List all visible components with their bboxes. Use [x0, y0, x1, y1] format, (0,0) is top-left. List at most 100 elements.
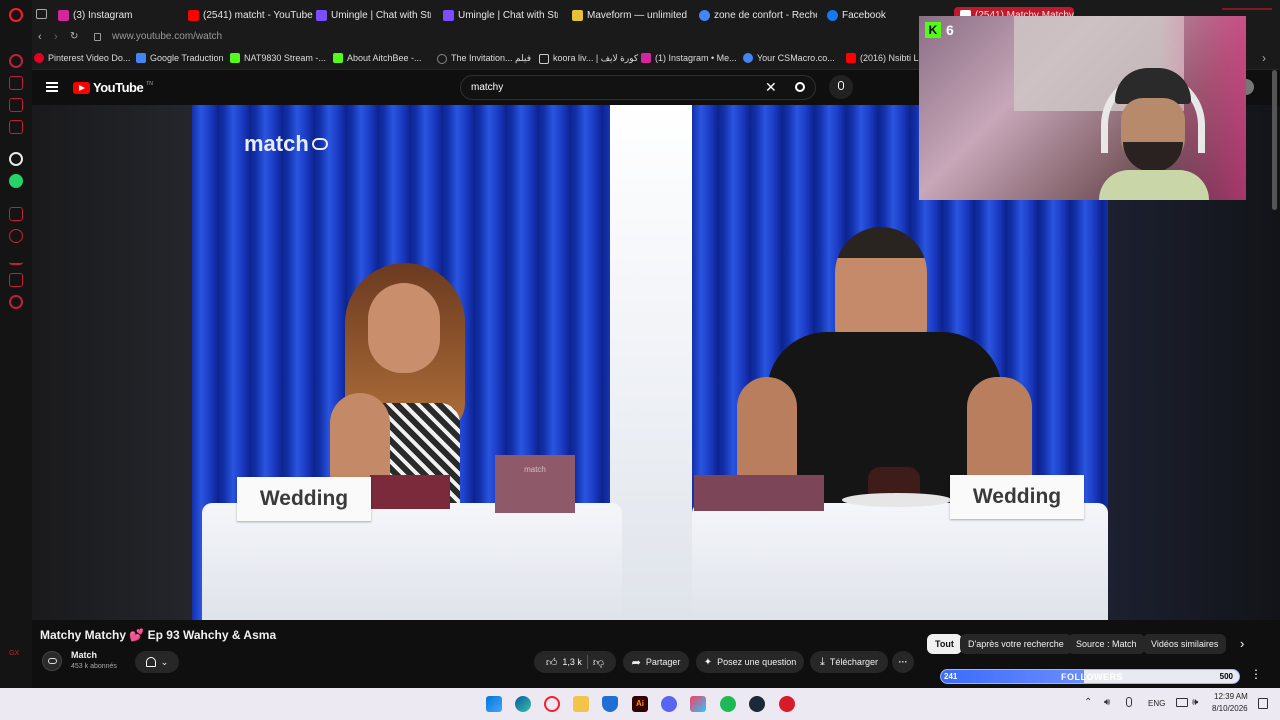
bookmark-nsibti[interactable]: (2016) Nsibti La — [846, 53, 924, 63]
reload-icon[interactable]: ↻ — [70, 31, 78, 42]
instagram-icon — [58, 9, 69, 21]
settings-icon[interactable] — [9, 295, 23, 309]
tab-google-search[interactable]: zone de confort - Recherc — [699, 6, 817, 24]
chips-next-icon[interactable]: › — [1240, 636, 1244, 651]
ask-question-button[interactable]: ✦ Posez une question — [696, 651, 804, 673]
kick-icon — [230, 53, 240, 63]
subscriber-count: 453 k abonnés — [71, 663, 117, 670]
center-divider — [610, 105, 692, 620]
tab-umingle-2[interactable]: Umingle | Chat with Strang — [443, 6, 558, 24]
defender-icon[interactable] — [602, 696, 618, 712]
subscribe-bell-button[interactable]: ⌄ — [135, 651, 179, 673]
whatsapp-icon[interactable] — [9, 174, 23, 188]
bookmark-csmacro[interactable]: Your CSMacro.co... — [743, 53, 835, 63]
bookmark-pinterest[interactable]: Pinterest Video Do... — [34, 53, 130, 63]
bookmark-google-translate[interactable]: Google Traduction — [136, 53, 224, 63]
share-button[interactable]: ➦ Partager — [623, 651, 689, 673]
file-explorer-icon[interactable] — [573, 696, 589, 712]
language-indicator[interactable]: ENG — [1148, 699, 1165, 708]
forward-arrow-icon[interactable]: › — [54, 31, 58, 43]
volume-icon[interactable]: 🔊︎ — [1104, 697, 1110, 708]
chatgpt-icon[interactable] — [9, 152, 23, 166]
search-input[interactable]: matchy — [471, 82, 503, 93]
discord-icon[interactable] — [661, 696, 677, 712]
scrollbar[interactable] — [1272, 70, 1277, 210]
bag-icon[interactable] — [9, 76, 23, 90]
dislike-button[interactable]: 👎︎ — [593, 656, 604, 669]
tab-youtube-matcht[interactable]: (2541) matcht - YouTube — [188, 6, 313, 24]
clock-time[interactable]: 12:39 AM — [1214, 692, 1248, 701]
clock-date[interactable]: 8/10/2026 — [1212, 704, 1248, 713]
edge-icon[interactable] — [515, 696, 531, 712]
history-icon[interactable] — [9, 229, 23, 243]
bell-icon — [145, 657, 156, 667]
steam-icon[interactable] — [749, 696, 765, 712]
streamer-shirt — [1099, 170, 1209, 200]
tray-chevron-icon[interactable]: ⌃ — [1084, 697, 1092, 708]
workspace-icon[interactable] — [36, 9, 47, 19]
recorder-icon[interactable] — [779, 696, 795, 712]
bookmark-invitation[interactable]: The Invitation... فيلم — [437, 53, 531, 64]
chip-from-search[interactable]: D'après votre recherche — [960, 634, 1072, 654]
bookmark-instagram[interactable]: (1) Instagram • Me... — [641, 53, 737, 63]
menu-icon[interactable] — [46, 82, 58, 92]
youtube-logo[interactable]: YouTube TN — [73, 80, 153, 95]
spotify-icon[interactable] — [720, 696, 736, 712]
back-icon[interactable] — [9, 54, 23, 68]
followers-goal-bar: 241 FOLLOWERS 500 — [940, 669, 1240, 684]
extensions-icon[interactable] — [9, 273, 23, 287]
pinboard-icon[interactable] — [9, 207, 23, 221]
handshake-icon — [48, 658, 57, 664]
kick-badge: K 6 — [925, 22, 954, 38]
youtube-icon — [188, 9, 199, 21]
media-icon[interactable] — [9, 120, 23, 134]
channel-avatar[interactable] — [42, 651, 62, 671]
gx-icon[interactable]: GX — [9, 650, 23, 664]
pinterest-icon — [34, 53, 44, 63]
google-translate-icon — [136, 53, 146, 63]
download-button[interactable]: ⤓ Télécharger — [810, 651, 888, 673]
streamer-webcam: K 6 — [919, 16, 1246, 200]
tab-maveform[interactable]: Maveform — unlimited AI — [572, 6, 687, 24]
mic-icon[interactable] — [829, 75, 853, 99]
bookmarks-overflow-icon[interactable]: › — [1262, 51, 1266, 65]
opera-gx-icon[interactable] — [544, 696, 560, 712]
bookmark-aitchbee[interactable]: About AitchBee -... — [333, 53, 422, 63]
tab-instagram[interactable]: (3) Instagram — [58, 6, 183, 24]
instagram-icon — [641, 53, 651, 63]
search-icon[interactable] — [795, 82, 805, 92]
opera-logo-icon[interactable] — [9, 8, 23, 22]
downloads-icon[interactable] — [9, 251, 23, 265]
bookmark-koora[interactable]: koora liv... | كورة لايف — [539, 53, 638, 64]
channel-name[interactable]: Match — [71, 650, 97, 660]
microphone-icon[interactable] — [1126, 697, 1132, 707]
speaker-icon[interactable]: 🕪︎ — [1192, 697, 1198, 708]
opera-sidebar: GX — [0, 0, 32, 688]
like-dislike-group: 👍︎ 1,3 k 👎︎ — [534, 651, 616, 673]
capcut-icon[interactable] — [690, 696, 706, 712]
like-button[interactable]: 👍︎ 1,3 k — [546, 656, 582, 669]
video-title: Matchy Matchy 💕 Ep 93 Wahchy & Asma — [40, 628, 277, 642]
more-actions-button[interactable]: ··· — [892, 651, 914, 673]
back-arrow-icon[interactable]: ‹ — [38, 31, 42, 43]
chip-all[interactable]: Tout — [927, 634, 962, 654]
search-box[interactable]: matchy ✕ — [460, 75, 816, 100]
table-right — [692, 503, 1108, 620]
illustrator-icon[interactable]: Ai — [632, 696, 648, 712]
notification-icon[interactable] — [1258, 698, 1268, 709]
overflow-menu-icon[interactable]: ⋮ — [1250, 667, 1262, 681]
lock-icon — [94, 33, 101, 41]
messenger-icon[interactable] — [9, 98, 23, 112]
page-icon — [539, 53, 549, 64]
chip-similar-videos[interactable]: Vidéos similaires — [1143, 634, 1227, 654]
windows-taskbar: Ai ⌃ 🔊︎ ENG 🕪︎ 12:39 AM 8/10/2026 — [0, 688, 1280, 720]
url-field[interactable]: www.youtube.com/watch — [112, 31, 222, 42]
chip-source-match[interactable]: Source : Match — [1068, 634, 1145, 654]
tab-umingle-1[interactable]: Umingle | Chat with Strang — [316, 6, 431, 24]
tab-facebook[interactable]: Facebook — [827, 6, 927, 24]
windows-start-icon[interactable] — [486, 696, 502, 712]
network-icon[interactable] — [1176, 698, 1188, 707]
divider — [586, 655, 588, 669]
clear-search-icon[interactable]: ✕ — [765, 79, 777, 96]
bookmark-nat9830[interactable]: NAT9830 Stream -... — [230, 53, 326, 63]
